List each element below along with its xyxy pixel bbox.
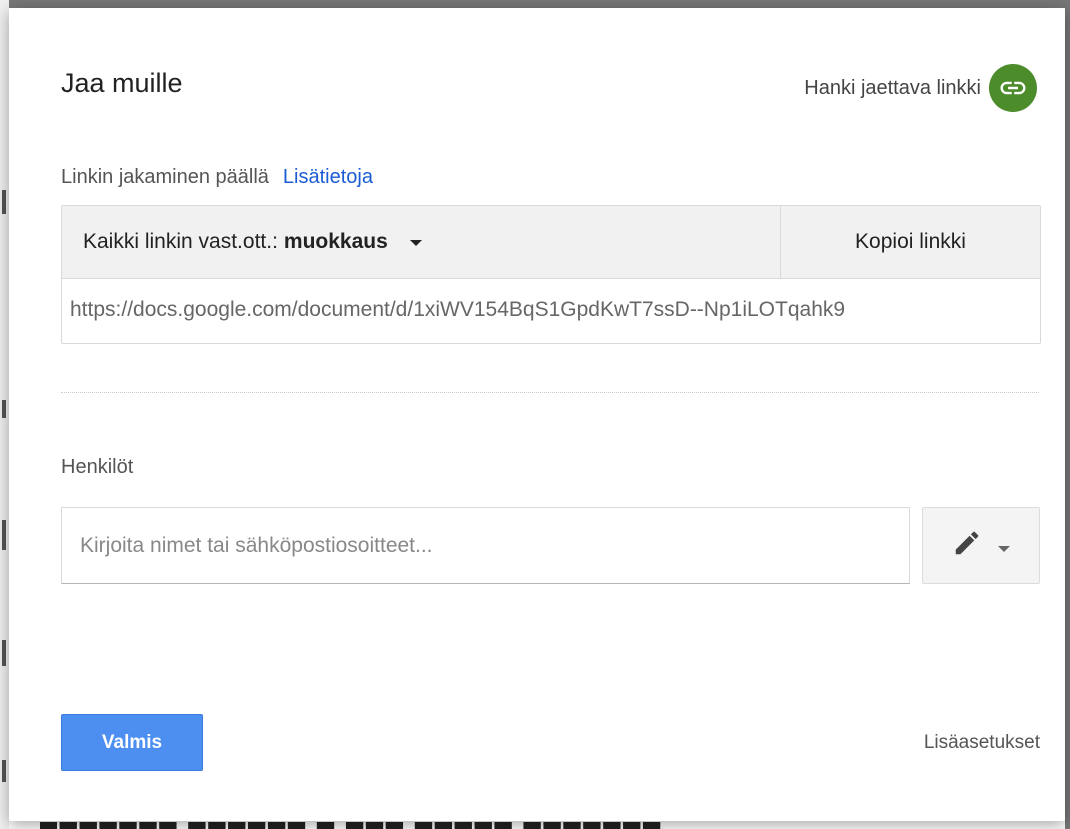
chevron-down-icon: [998, 545, 1010, 552]
background-window-edge-right: [1065, 0, 1070, 829]
share-dialog: Jaa muille Hanki jaettava linkki Linkin …: [9, 8, 1065, 821]
people-input[interactable]: [61, 507, 910, 584]
copy-link-button[interactable]: Kopioi linkki: [780, 206, 1040, 278]
link-settings-header: Kaikki linkin vast.ott.: muokkaus Kopioi…: [62, 206, 1040, 279]
more-info-link[interactable]: Lisätietoja: [283, 166, 373, 188]
link-icon[interactable]: [989, 64, 1037, 112]
people-label: Henkilöt: [61, 456, 134, 478]
background-window-edge: [0, 0, 1070, 8]
get-shareable-link-button[interactable]: Hanki jaettava linkki: [804, 64, 1037, 112]
link-sharing-status-text: Linkin jakaminen päällä: [61, 166, 269, 188]
advanced-settings-link[interactable]: Lisäasetukset: [924, 732, 1040, 754]
done-button[interactable]: Valmis: [61, 714, 203, 771]
pencil-icon: [952, 528, 982, 563]
link-access-prefix: Kaikki linkin vast.ott.:: [83, 230, 278, 253]
link-settings-box: Kaikki linkin vast.ott.: muokkaus Kopioi…: [61, 205, 1041, 344]
get-shareable-link-label: Hanki jaettava linkki: [804, 76, 981, 99]
section-divider: [61, 392, 1039, 393]
permission-dropdown-button[interactable]: [922, 507, 1040, 584]
link-access-dropdown[interactable]: Kaikki linkin vast.ott.: muokkaus: [62, 206, 780, 278]
dialog-title: Jaa muille: [61, 68, 183, 98]
link-sharing-status: Linkin jakaminen päällä Lisätietoja: [61, 166, 373, 189]
background-document-edge: [0, 0, 9, 829]
link-access-level: muokkaus: [283, 230, 388, 253]
dropdown-caret-icon: [409, 240, 422, 246]
share-url-field[interactable]: https://docs.google.com/document/d/1xiWV…: [70, 279, 1036, 341]
